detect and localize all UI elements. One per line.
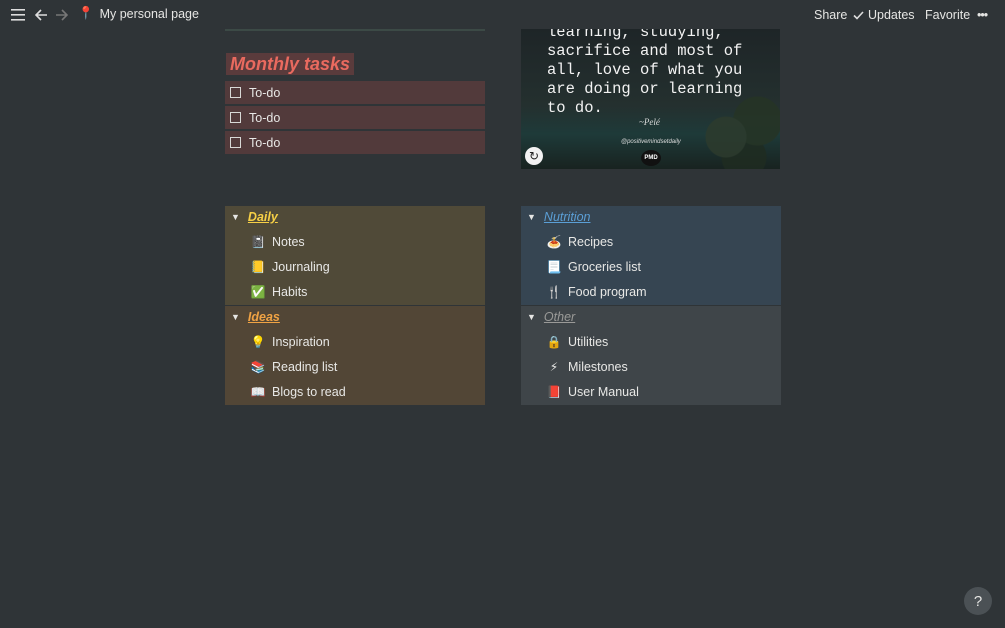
todo-item[interactable]: To-do [225,106,485,129]
quote-image: learning, studying, sacrifice and most o… [521,29,780,169]
quote-logo: PMD [641,150,661,166]
triangle-down-icon[interactable]: ▼ [231,212,240,222]
item-label[interactable]: Notes [272,235,305,249]
triangle-down-icon[interactable]: ▼ [527,312,536,322]
todo-label[interactable]: To-do [249,136,280,150]
item-label[interactable]: Groceries list [568,260,641,274]
quote-handle: @positivemindsetdaily [621,139,681,145]
lock-icon: 🔒 [546,335,562,349]
item-label[interactable]: Habits [272,285,307,299]
section-title[interactable]: Daily [248,210,278,224]
favorite-button[interactable]: Favorite [925,8,970,22]
list-item[interactable]: ✅ Habits [250,285,308,299]
toggle-header[interactable]: ▼ Daily [231,210,278,224]
spaghetti-icon: 🍝 [546,235,562,249]
pin-icon: 📍 [78,6,94,20]
todo-item[interactable]: To-do [225,131,485,154]
toggle-header[interactable]: ▼ Ideas [231,310,280,324]
list-item[interactable]: 📖 Blogs to read [250,385,346,399]
item-label[interactable]: Blogs to read [272,385,346,399]
other-section: ▼ Other 🔒 Utilities ⚡ Milestones 📕 User … [521,306,781,405]
list-item[interactable]: 📕 User Manual [546,385,639,399]
checkmark-icon [853,10,864,20]
triangle-down-icon[interactable]: ▼ [231,312,240,322]
checkbox[interactable] [230,137,241,148]
updates-label: Updates [868,8,915,22]
item-label[interactable]: Inspiration [272,335,330,349]
list-item[interactable]: 📚 Reading list [250,360,338,374]
list-item[interactable]: 💡 Inspiration [250,335,330,349]
lightbulb-icon: 💡 [250,335,266,349]
item-label[interactable]: User Manual [568,385,639,399]
item-label[interactable]: Recipes [568,235,613,249]
list-item[interactable]: ⚡ Milestones [546,360,628,374]
top-bar: 📍 My personal page Share Updates Favorit… [0,0,1005,30]
list-item[interactable]: 📃 Groceries list [546,260,641,274]
notebook-icon: 📓 [250,235,266,249]
refresh-icon[interactable]: ↻ [525,147,543,165]
nutrition-section: ▼ Nutrition 🍝 Recipes 📃 Groceries list 🍴… [521,206,781,305]
share-button[interactable]: Share [814,8,847,22]
section-title[interactable]: Other [544,310,575,324]
quote-text: learning, studying, sacrifice and most o… [547,29,743,117]
item-label[interactable]: Utilities [568,335,608,349]
checkmark-box-icon: ✅ [250,285,266,299]
list-item[interactable]: 📒 Journaling [250,260,330,274]
ledger-icon: 📒 [250,260,266,274]
item-label[interactable]: Milestones [568,360,628,374]
item-label[interactable]: Reading list [272,360,337,374]
item-label[interactable]: Journaling [272,260,330,274]
toggle-header[interactable]: ▼ Nutrition [527,210,590,224]
item-label[interactable]: Food program [568,285,647,299]
quote-author: ~Pelé [639,117,660,127]
fork-knife-icon: 🍴 [546,285,562,299]
red-book-icon: 📕 [546,385,562,399]
menu-icon[interactable] [11,6,25,24]
list-item[interactable]: 🍴 Food program [546,285,647,299]
divider [225,29,485,31]
updates-button[interactable]: Updates [853,8,915,22]
todo-item[interactable]: To-do [225,81,485,104]
help-button[interactable]: ? [964,587,992,615]
lightning-icon: ⚡ [549,360,559,374]
list-item[interactable]: 📓 Notes [250,235,305,249]
checkbox[interactable] [230,112,241,123]
section-title[interactable]: Ideas [248,310,280,324]
page-icon: 📃 [546,260,562,274]
checkbox[interactable] [230,87,241,98]
breadcrumb[interactable]: 📍 My personal page [78,6,199,21]
monthly-tasks-heading: Monthly tasks [226,53,355,75]
list-item[interactable]: 🔒 Utilities [546,335,609,349]
open-book-icon: 📖 [250,385,266,399]
triangle-down-icon[interactable]: ▼ [527,212,536,222]
back-arrow-icon[interactable] [35,6,48,24]
toggle-header[interactable]: ▼ Other [527,310,575,324]
forward-arrow-icon[interactable] [55,6,68,24]
books-icon: 📚 [250,360,266,374]
more-options-icon[interactable]: ••• [977,8,988,22]
page-title: My personal page [99,6,199,21]
todo-label[interactable]: To-do [249,86,280,100]
daily-section: ▼ Daily 📓 Notes 📒 Journaling ✅ Habits [225,206,485,305]
ideas-section: ▼ Ideas 💡 Inspiration 📚 Reading list 📖 B… [225,306,485,405]
todo-label[interactable]: To-do [249,111,280,125]
section-title[interactable]: Nutrition [544,210,591,224]
list-item[interactable]: 🍝 Recipes [546,235,614,249]
